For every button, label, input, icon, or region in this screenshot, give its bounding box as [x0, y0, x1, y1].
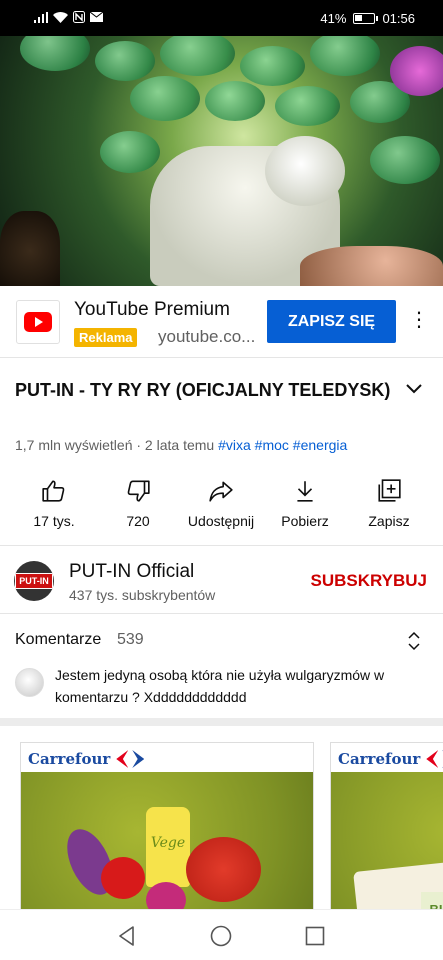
save-label: Zapisz	[368, 513, 410, 529]
back-icon[interactable]	[115, 924, 139, 948]
channel-avatar[interactable]: PUT-IN	[14, 561, 54, 601]
ad-signup-button[interactable]: ZAPISZ SIĘ	[267, 300, 396, 343]
download-icon	[297, 481, 313, 502]
video-title[interactable]: PUT-IN - TY RY RY (OFICJALNY TELEDYSK)	[15, 376, 395, 404]
share-icon	[209, 481, 233, 502]
comments-count: 539	[117, 631, 144, 648]
clock: 01:56	[382, 11, 415, 26]
mail-icon	[90, 12, 103, 22]
vege-jar: Vege	[146, 807, 190, 887]
recents-icon[interactable]	[303, 924, 327, 948]
ad-badge: Reklama	[74, 328, 138, 347]
battery-icon	[353, 13, 379, 24]
subscribe-button[interactable]: SUBSKRYBUJ	[310, 571, 427, 591]
share-label: Udostępnij	[187, 513, 255, 529]
status-icons-left	[34, 11, 103, 23]
promo-card[interactable]: Carrefour Vege	[20, 742, 314, 909]
promo-carousel[interactable]: Carrefour Vege Carrefour BIO	[0, 726, 443, 909]
status-bar: 41% 01:56	[0, 0, 443, 36]
section-divider	[0, 718, 443, 726]
ad-title: YouTube Premium	[74, 299, 230, 320]
download-label: Pobierz	[281, 513, 329, 529]
carrefour-logo: Carrefour	[28, 750, 144, 768]
battery-percent: 41%	[320, 11, 347, 26]
like-count: 17 tys.	[33, 513, 75, 529]
like-button[interactable]: 17 tys.	[10, 478, 98, 529]
expand-comments-icon[interactable]	[407, 631, 421, 651]
bio-label: BIO	[421, 892, 443, 909]
commenter-avatar	[15, 668, 44, 697]
view-count-date: 1,7 mln wyświetleń · 2 lata temu	[15, 437, 215, 453]
download-button[interactable]: Pobierz	[261, 478, 349, 529]
save-to-playlist-icon	[378, 479, 401, 502]
top-comment: Jestem jedyną osobą która nie użyła wulg…	[55, 667, 385, 705]
ad-banner[interactable]: YouTube Premium Reklama youtube.co... ZA…	[0, 286, 443, 358]
video-meta: 1,7 mln wyświetleń · 2 lata temu #vixa #…	[15, 437, 347, 453]
status-icons-right: 41% 01:56	[320, 11, 415, 26]
channel-row[interactable]: PUT-IN PUT-IN Official 437 tys. subskryb…	[0, 547, 443, 614]
comments-heading: Komentarze	[15, 631, 102, 648]
nfc-icon	[73, 11, 85, 23]
promo-image: BIO	[331, 772, 443, 909]
save-button[interactable]: Zapisz	[345, 478, 433, 529]
share-button[interactable]: Udostępnij	[177, 478, 265, 529]
more-options-icon[interactable]: ⋮	[409, 310, 429, 330]
wifi-icon	[53, 11, 68, 23]
youtube-logo-icon	[16, 300, 60, 344]
hashtag-link[interactable]: #moc	[255, 437, 289, 453]
carrefour-logo-icon	[116, 750, 144, 768]
thumbs-up-icon	[42, 480, 65, 502]
video-player[interactable]	[0, 36, 443, 286]
promo-card[interactable]: Carrefour BIO	[330, 742, 443, 909]
chevron-down-icon[interactable]	[405, 380, 423, 398]
dislike-count: 720	[126, 513, 150, 529]
home-icon[interactable]	[209, 924, 233, 948]
dislike-button[interactable]: 720	[94, 478, 182, 529]
thumbs-down-icon	[127, 480, 150, 502]
subscriber-count: 437 tys. subskrybentów	[69, 587, 216, 603]
hashtag-link[interactable]: #vixa	[218, 437, 251, 453]
carrefour-logo-icon	[426, 750, 443, 768]
hashtag-link[interactable]: #energia	[293, 437, 348, 453]
carrefour-logo: Carrefour	[338, 750, 443, 768]
channel-name[interactable]: PUT-IN Official	[69, 561, 194, 583]
promo-image: Vege	[21, 772, 313, 909]
comments-section[interactable]: Komentarze 539 Jestem jedyną osobą która…	[0, 615, 443, 717]
signal-icon	[34, 11, 48, 23]
system-nav-bar	[0, 909, 443, 960]
action-bar: 17 tys. 720 Udostępnij Pobierz Zapisz	[0, 478, 443, 546]
polar-bear-mask	[265, 136, 345, 206]
ad-url: youtube.co...	[158, 327, 256, 346]
